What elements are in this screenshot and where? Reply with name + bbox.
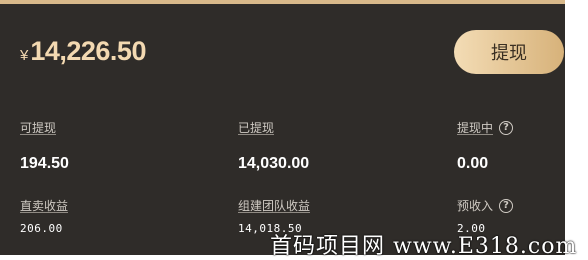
help-icon[interactable]: ? — [499, 198, 514, 213]
currency-symbol: ¥ — [20, 47, 29, 64]
help-icon[interactable]: ? — [499, 120, 514, 135]
stat-label-container: 预收入 ? — [457, 197, 514, 214]
stat-label: 直卖收益 — [20, 199, 69, 213]
stat-label-container: 直卖收益 — [20, 197, 68, 214]
stat-label-container: 可提现 — [20, 119, 69, 136]
stat-value: 0.00 — [457, 155, 489, 172]
stat-value: 14,030.00 — [238, 155, 310, 172]
stat-value: 206.00 — [20, 222, 63, 235]
stat-label: 组建团队收益 — [238, 199, 311, 213]
stat-label-container: 提现中 ? — [457, 119, 514, 136]
stat-label: 可提现 — [20, 121, 57, 135]
stat-withdrawable[interactable]: 可提现 194.50 — [20, 119, 69, 173]
total-balance: ¥ 14,226.50 — [20, 36, 146, 67]
withdraw-button[interactable]: 提现 — [454, 30, 564, 74]
stat-label: 预收入 — [457, 199, 494, 213]
stat-label: 已提现 — [238, 121, 275, 135]
stat-label: 提现中 — [457, 121, 494, 135]
site-watermark: 首码项目网 www.E318.com — [270, 234, 578, 259]
stat-direct-sales-income[interactable]: 直卖收益 206.00 — [20, 197, 68, 235]
earnings-card: ¥ 14,226.50 提现 可提现 194.50 已提现 14,030.00 … — [0, 0, 565, 255]
stat-label-container: 已提现 — [238, 119, 309, 136]
stat-value: 194.50 — [20, 155, 69, 172]
balance-amount: 14,226.50 — [30, 36, 146, 66]
stat-withdrawing[interactable]: 提现中 ? 0.00 — [457, 119, 514, 173]
stat-label-container: 组建团队收益 — [238, 197, 310, 214]
stat-withdrawn[interactable]: 已提现 14,030.00 — [238, 119, 309, 173]
